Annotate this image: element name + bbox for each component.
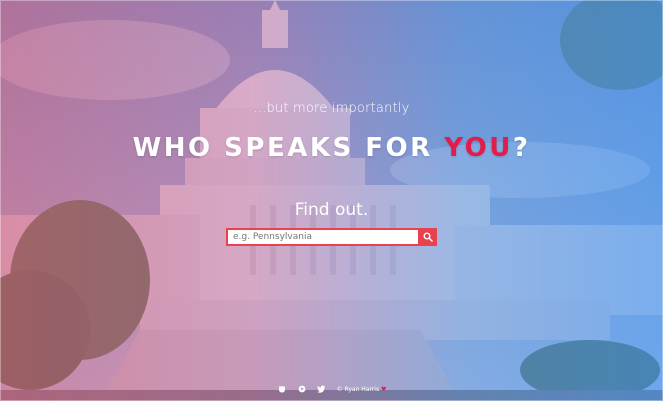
footer-credit: © Ryan Harris ♥ [337, 386, 387, 393]
github-icon[interactable] [277, 384, 287, 394]
footer: © Ryan Harris ♥ [0, 383, 663, 395]
search-icon [423, 232, 433, 242]
search-button[interactable] [418, 228, 437, 246]
credit-text: © Ryan Harris [336, 385, 380, 393]
search-form [226, 228, 437, 246]
hero-headline: WHO SPEAKS FOR YOU? [0, 133, 663, 163]
headline-accent: YOU [444, 133, 513, 163]
hero-section: ...but more importantly WHO SPEAKS FOR Y… [0, 0, 663, 401]
state-search-input[interactable] [226, 228, 418, 246]
globe-icon[interactable] [297, 384, 307, 394]
headline-suffix: ? [512, 133, 531, 163]
twitter-icon[interactable] [317, 384, 327, 394]
find-out-label: Find out. [294, 200, 369, 220]
hero-subtitle: ...but more importantly [253, 101, 410, 116]
heart-icon: ♥ [381, 385, 387, 393]
headline-prefix: WHO SPEAKS FOR [132, 133, 445, 163]
